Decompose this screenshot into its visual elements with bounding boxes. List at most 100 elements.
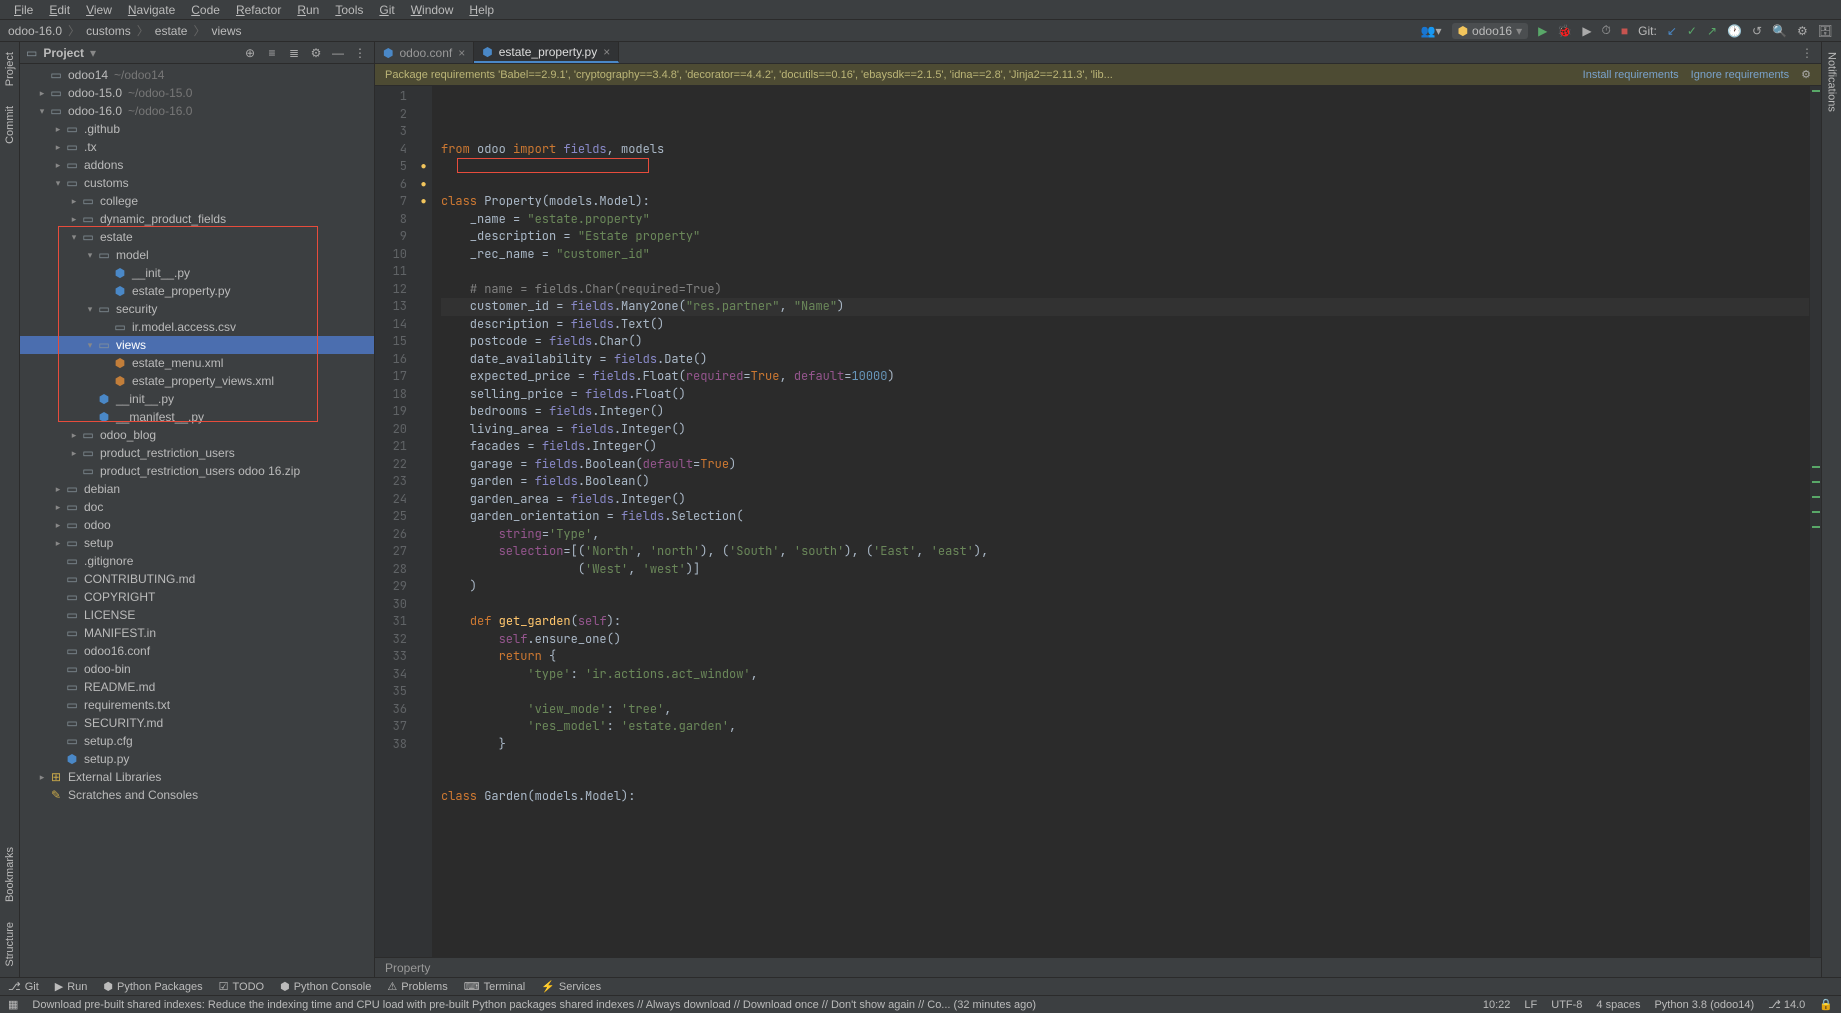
git-history-icon[interactable]: 🕐 bbox=[1727, 24, 1742, 38]
run-button[interactable]: ▶ bbox=[1538, 24, 1547, 38]
status-position[interactable]: 10:22 bbox=[1483, 999, 1511, 1011]
coverage-button[interactable]: ▶ bbox=[1582, 24, 1591, 38]
expand-arrow-icon[interactable]: ▾ bbox=[52, 178, 64, 189]
code-editor[interactable]: from odoo import fields, models class Pr… bbox=[433, 86, 1809, 957]
tw-problems[interactable]: ⚠Problems bbox=[387, 980, 447, 993]
settings-icon[interactable]: ⚙ bbox=[1797, 24, 1808, 38]
tree-row[interactable]: ▭README.md bbox=[20, 678, 374, 696]
status-encoding[interactable]: UTF-8 bbox=[1551, 999, 1582, 1011]
tree-row[interactable]: ▭.gitignore bbox=[20, 552, 374, 570]
expand-arrow-icon[interactable]: ▸ bbox=[52, 142, 64, 153]
tree-row[interactable]: ▸▭odoo bbox=[20, 516, 374, 534]
tree-row[interactable]: ▭LICENSE bbox=[20, 606, 374, 624]
more-icon[interactable]: ⋮ bbox=[352, 45, 368, 61]
tree-row[interactable]: ▾▭odoo-16.0~/odoo-16.0 bbox=[20, 102, 374, 120]
git-update-icon[interactable]: ↙ bbox=[1667, 24, 1677, 38]
banner-gear-icon[interactable]: ⚙ bbox=[1801, 68, 1811, 81]
tree-row[interactable]: ▭COPYRIGHT bbox=[20, 588, 374, 606]
expand-arrow-icon[interactable]: ▸ bbox=[52, 124, 64, 135]
tree-row[interactable]: ▭odoo14~/odoo14 bbox=[20, 66, 374, 84]
tool-tab-commit[interactable]: Commit bbox=[2, 98, 18, 152]
run-config-selector[interactable]: ⬢ odoo16 ▾ bbox=[1452, 23, 1529, 39]
editor-tab[interactable]: ⬢estate_property.py× bbox=[474, 42, 619, 63]
expand-arrow-icon[interactable]: ▸ bbox=[68, 448, 80, 459]
expand-arrow-icon[interactable]: ▸ bbox=[68, 196, 80, 207]
expand-arrow-icon[interactable]: ▸ bbox=[52, 502, 64, 513]
install-requirements-link[interactable]: Install requirements bbox=[1583, 69, 1679, 81]
menu-refactor[interactable]: Refactor bbox=[228, 1, 289, 19]
database-icon[interactable]: 🗄 bbox=[1818, 24, 1833, 38]
status-lock-icon[interactable]: 🔒 bbox=[1819, 998, 1833, 1011]
tree-row[interactable]: ▸▭.github bbox=[20, 120, 374, 138]
menu-help[interactable]: Help bbox=[461, 1, 502, 19]
breadcrumb-item[interactable]: customs bbox=[86, 24, 131, 38]
status-layout-icon[interactable]: ▦ bbox=[8, 998, 18, 1011]
collapse-icon[interactable]: ≣ bbox=[286, 45, 302, 61]
tw-python-console[interactable]: ⬢Python Console bbox=[280, 980, 371, 993]
ignore-requirements-link[interactable]: Ignore requirements bbox=[1691, 69, 1789, 81]
expand-arrow-icon[interactable]: ▸ bbox=[52, 538, 64, 549]
menu-window[interactable]: Window bbox=[403, 1, 462, 19]
locate-icon[interactable]: ⊕ bbox=[242, 45, 258, 61]
menu-navigate[interactable]: Navigate bbox=[120, 1, 183, 19]
tool-tab-bookmarks[interactable]: Bookmarks bbox=[2, 839, 18, 910]
tree-row[interactable]: ▸▭product_restriction_users bbox=[20, 444, 374, 462]
menu-code[interactable]: Code bbox=[183, 1, 228, 19]
status-interpreter[interactable]: Python 3.8 (odoo14) bbox=[1654, 999, 1754, 1011]
tree-row[interactable]: ▸▭doc bbox=[20, 498, 374, 516]
tree-row[interactable]: ▭requirements.txt bbox=[20, 696, 374, 714]
tree-row[interactable]: ▾▭customs bbox=[20, 174, 374, 192]
tool-tab-project[interactable]: Project bbox=[2, 44, 18, 94]
tree-row[interactable]: ▸▭setup bbox=[20, 534, 374, 552]
tree-row[interactable]: ▭SECURITY.md bbox=[20, 714, 374, 732]
tree-row[interactable]: ▸▭odoo_blog bbox=[20, 426, 374, 444]
expand-arrow-icon[interactable]: ▸ bbox=[68, 430, 80, 441]
tree-row[interactable]: ▭odoo-bin bbox=[20, 660, 374, 678]
tw-terminal[interactable]: ⌨Terminal bbox=[464, 980, 525, 993]
status-branch[interactable]: ⎇ 14.0 bbox=[1768, 998, 1805, 1011]
close-tab-icon[interactable]: × bbox=[458, 46, 465, 60]
debug-button[interactable]: 🐞 bbox=[1557, 24, 1572, 38]
project-tree[interactable]: ▭odoo14~/odoo14▸▭odoo-15.0~/odoo-15.0▾▭o… bbox=[20, 64, 374, 977]
search-icon[interactable]: 🔍 bbox=[1772, 24, 1787, 38]
tool-tab-structure[interactable]: Structure bbox=[2, 914, 18, 975]
profile-button[interactable]: ⏱ bbox=[1602, 23, 1611, 38]
breadcrumb-item[interactable]: odoo-16.0 bbox=[8, 24, 62, 38]
tree-row[interactable]: ✎Scratches and Consoles bbox=[20, 786, 374, 804]
menu-view[interactable]: View bbox=[78, 1, 120, 19]
tree-row[interactable]: ▸▭college bbox=[20, 192, 374, 210]
expand-arrow-icon[interactable]: ▸ bbox=[52, 160, 64, 171]
tree-row[interactable]: ⬢setup.py bbox=[20, 750, 374, 768]
expand-arrow-icon[interactable]: ▸ bbox=[36, 772, 48, 783]
tabs-more-icon[interactable]: ⋮ bbox=[1793, 42, 1821, 63]
tree-row[interactable]: ▭CONTRIBUTING.md bbox=[20, 570, 374, 588]
tree-row[interactable]: ▸▭debian bbox=[20, 480, 374, 498]
gear-icon[interactable]: ⚙ bbox=[308, 45, 324, 61]
git-rollback-icon[interactable]: ↺ bbox=[1752, 24, 1762, 38]
editor-tab[interactable]: ⬢odoo.conf× bbox=[375, 42, 474, 63]
expand-icon[interactable]: ≡ bbox=[264, 45, 280, 61]
users-icon[interactable]: 👥▾ bbox=[1421, 24, 1442, 38]
menu-file[interactable]: File bbox=[6, 1, 41, 19]
tw-todo[interactable]: ☑TODO bbox=[219, 980, 264, 993]
tree-row[interactable]: ▸▭odoo-15.0~/odoo-15.0 bbox=[20, 84, 374, 102]
tree-row[interactable]: ▸▭addons bbox=[20, 156, 374, 174]
line-gutter[interactable]: 1234567891011121314151617181920212223242… bbox=[375, 86, 415, 957]
tree-row[interactable]: ▭MANIFEST.in bbox=[20, 624, 374, 642]
tree-row[interactable]: ▸⊞External Libraries bbox=[20, 768, 374, 786]
expand-arrow-icon[interactable]: ▸ bbox=[52, 520, 64, 531]
editor-breadcrumb[interactable]: Property bbox=[375, 957, 1821, 977]
editor-error-stripe[interactable] bbox=[1809, 86, 1821, 957]
status-line-sep[interactable]: LF bbox=[1524, 999, 1537, 1011]
expand-arrow-icon[interactable]: ▾ bbox=[36, 106, 48, 117]
tree-row[interactable]: ▸▭.tx bbox=[20, 138, 374, 156]
expand-arrow-icon[interactable]: ▸ bbox=[68, 214, 80, 225]
tree-row[interactable]: ▭setup.cfg bbox=[20, 732, 374, 750]
hide-icon[interactable]: — bbox=[330, 45, 346, 61]
tw-services[interactable]: ⚡Services bbox=[541, 980, 601, 993]
tree-row[interactable]: ▭product_restriction_users odoo 16.zip bbox=[20, 462, 374, 480]
menu-git[interactable]: Git bbox=[371, 1, 402, 19]
menu-run[interactable]: Run bbox=[289, 1, 327, 19]
tool-tab-notifications[interactable]: Notifications bbox=[1824, 44, 1840, 120]
menu-tools[interactable]: Tools bbox=[327, 1, 371, 19]
